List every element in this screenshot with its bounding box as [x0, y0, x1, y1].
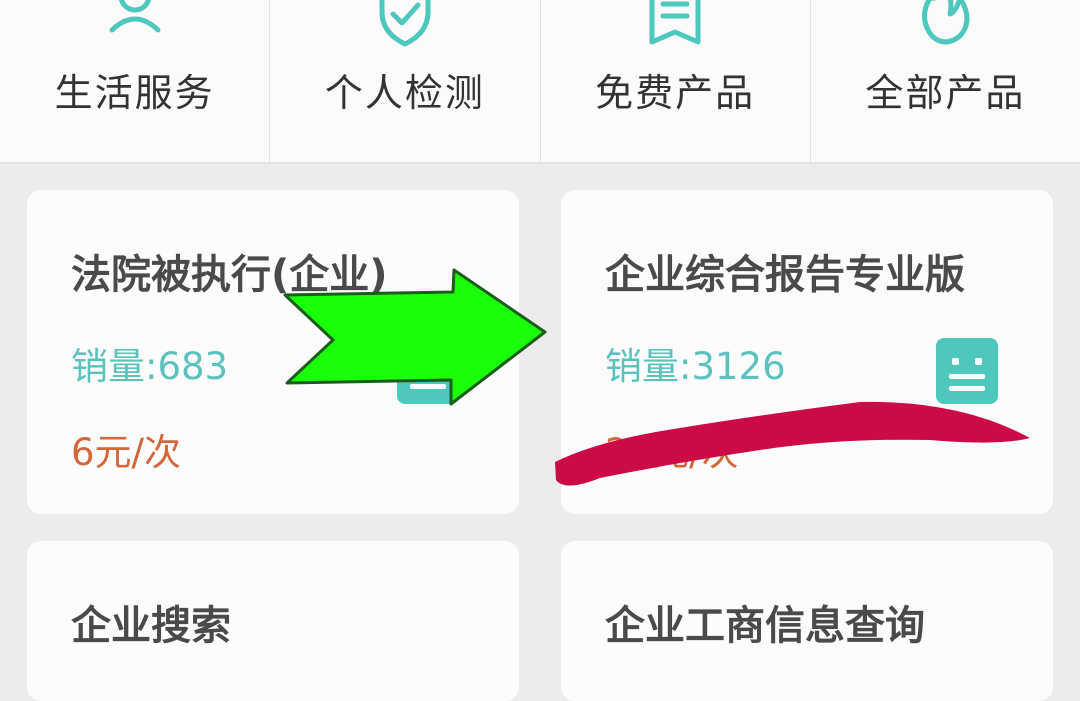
- report-icon: [397, 338, 459, 404]
- product-card-court-enforcement[interactable]: 法院被执行(企业) 销量:683 6元/次: [27, 190, 519, 514]
- report-icon: [936, 338, 998, 404]
- nav-label: 全部产品: [865, 71, 1026, 115]
- card-price: 29元/次: [605, 431, 739, 474]
- nav-label: 个人检测: [324, 71, 485, 115]
- nav-label: 生活服务: [54, 71, 215, 115]
- card-title: 企业工商信息查询: [605, 603, 925, 649]
- nav-item-all-products[interactable]: 全部产品: [811, 0, 1080, 162]
- product-card-enterprise-report-pro[interactable]: 企业综合报告专业版 销量:3126 29元/次: [561, 190, 1053, 514]
- card-title: 企业综合报告专业版: [605, 252, 965, 298]
- card-title: 企业搜索: [71, 603, 231, 649]
- product-card-business-info-query[interactable]: 企业工商信息查询: [561, 541, 1053, 701]
- card-price: 6元/次: [71, 431, 182, 474]
- nav-item-free-products[interactable]: 免费产品: [541, 0, 811, 162]
- fire-icon: [922, 0, 970, 45]
- card-title: 法院被执行(企业): [71, 252, 388, 298]
- nav-label: 免费产品: [595, 71, 756, 115]
- nav-item-personal-check[interactable]: 个人检测: [270, 0, 541, 162]
- product-card-enterprise-search[interactable]: 企业搜索: [27, 541, 519, 701]
- card-sales-count: 销量:3126: [605, 345, 786, 388]
- people-icon: [109, 0, 161, 33]
- nav-item-life-services[interactable]: 生活服务: [0, 0, 271, 162]
- top-category-nav: 生活服务 个人检测 免费产品 全部产品: [0, 0, 1080, 164]
- card-sales-count: 销量:683: [71, 345, 229, 388]
- shield-check-icon: [379, 0, 431, 47]
- document-icon: [649, 0, 701, 45]
